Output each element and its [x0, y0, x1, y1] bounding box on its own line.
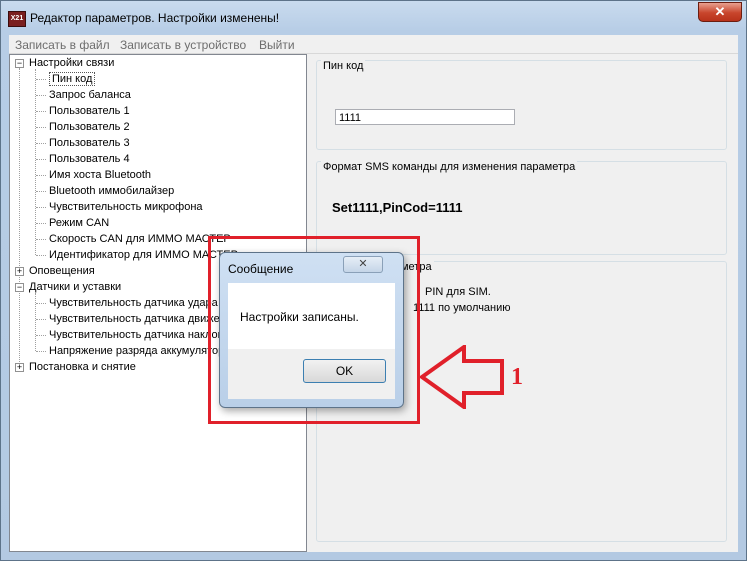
tree-node-shock-sensor[interactable]: Чувствительность датчика удара	[49, 297, 218, 309]
tree-node-sensors[interactable]: Датчики и уставки	[29, 281, 121, 293]
tree-node-user-1[interactable]: Пользователь 1	[49, 105, 130, 117]
expand-icon[interactable]: +	[15, 363, 24, 372]
annotation-marker: 1	[511, 364, 523, 390]
tree-node-arm-disarm[interactable]: Постановка и снятие	[29, 361, 136, 373]
pin-group-title: Пин код	[321, 60, 366, 72]
tree-node-user-2[interactable]: Пользователь 2	[49, 121, 130, 133]
app-icon: X21	[8, 11, 26, 27]
tree-node-bt-immobilizer[interactable]: Bluetooth иммобилайзер	[49, 185, 174, 197]
description-line: 1111 по умолчанию	[413, 302, 511, 314]
tree-node-mic-sensitivity[interactable]: Чувствительность микрофона	[49, 201, 203, 213]
menu-bar: Записать в файл Записать в устройство Вы…	[9, 35, 738, 54]
description-line: PIN для SIM.	[425, 286, 491, 298]
arrow-left-icon	[420, 345, 504, 409]
sms-format-title: Формат SMS команды для изменения парамет…	[321, 161, 578, 173]
tree-node-can-speed[interactable]: Скорость CAN для ИММО МАСТЕР	[49, 233, 231, 245]
pin-group: Пин код 1111	[316, 60, 727, 150]
tree-root-line	[19, 68, 20, 368]
tree-node-battery-voltage[interactable]: Напряжение разряда аккумулятора	[49, 345, 230, 357]
close-button[interactable]: ✕	[698, 2, 742, 22]
menu-save-to-file[interactable]: Записать в файл	[15, 38, 110, 52]
menu-exit[interactable]: Выйти	[259, 38, 295, 52]
tree-branch-line	[35, 69, 36, 255]
tree-node-communication[interactable]: Настройки связи	[29, 57, 114, 69]
tree-node-user-3[interactable]: Пользователь 3	[49, 137, 130, 149]
collapse-icon[interactable]: −	[15, 283, 24, 292]
tree-node-balance-request[interactable]: Запрос баланса	[49, 89, 131, 101]
tree-node-can-mode[interactable]: Режим CAN	[49, 217, 109, 229]
window-title: Редактор параметров. Настройки изменены!	[30, 11, 280, 25]
sms-command: Set1111,PinCod=1111	[332, 200, 463, 215]
expand-icon[interactable]: +	[15, 267, 24, 276]
tree-node-tilt-sensor[interactable]: Чувствительность датчика наклона	[49, 329, 230, 341]
pin-code-input[interactable]: 1111	[335, 109, 515, 125]
tree-node-user-4[interactable]: Пользователь 4	[49, 153, 130, 165]
highlight-box	[208, 236, 420, 424]
tree-branch-line	[35, 293, 36, 351]
menu-write-to-device[interactable]: Записать в устройство	[120, 38, 246, 52]
tree-node-pin-code[interactable]: Пин код	[49, 72, 96, 86]
tree-node-bt-hostname[interactable]: Имя хоста Bluetooth	[49, 169, 151, 181]
tree-node-notifications[interactable]: Оповещения	[29, 265, 95, 277]
title-bar[interactable]: X21 Редактор параметров. Настройки измен…	[1, 1, 746, 35]
collapse-icon[interactable]: −	[15, 59, 24, 68]
